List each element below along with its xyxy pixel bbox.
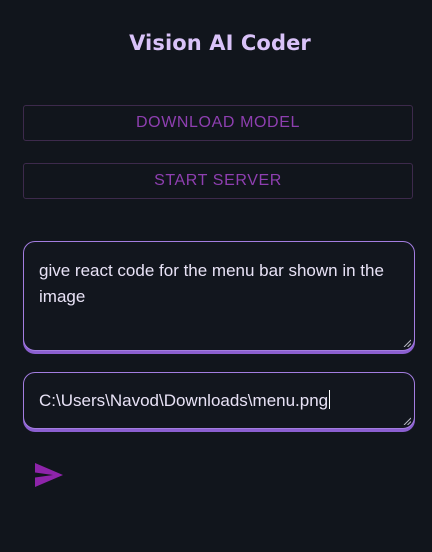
prompt-text: give react code for the menu bar shown i…: [39, 261, 384, 306]
send-icon[interactable]: [34, 462, 64, 488]
app-window: Vision AI Coder DOWNLOAD MODEL START SER…: [0, 0, 432, 552]
image-path-text: C:\Users\Navod\Downloads\menu.png: [39, 391, 329, 410]
resize-grip-icon[interactable]: [403, 417, 411, 425]
text-caret: [329, 390, 331, 409]
download-model-button[interactable]: DOWNLOAD MODEL: [23, 105, 413, 141]
resize-grip-icon[interactable]: [403, 339, 411, 347]
image-path-textarea[interactable]: C:\Users\Navod\Downloads\menu.png: [23, 372, 415, 429]
start-server-button[interactable]: START SERVER: [23, 163, 413, 199]
prompt-textarea[interactable]: give react code for the menu bar shown i…: [23, 241, 415, 351]
app-title: Vision AI Coder: [129, 31, 311, 55]
